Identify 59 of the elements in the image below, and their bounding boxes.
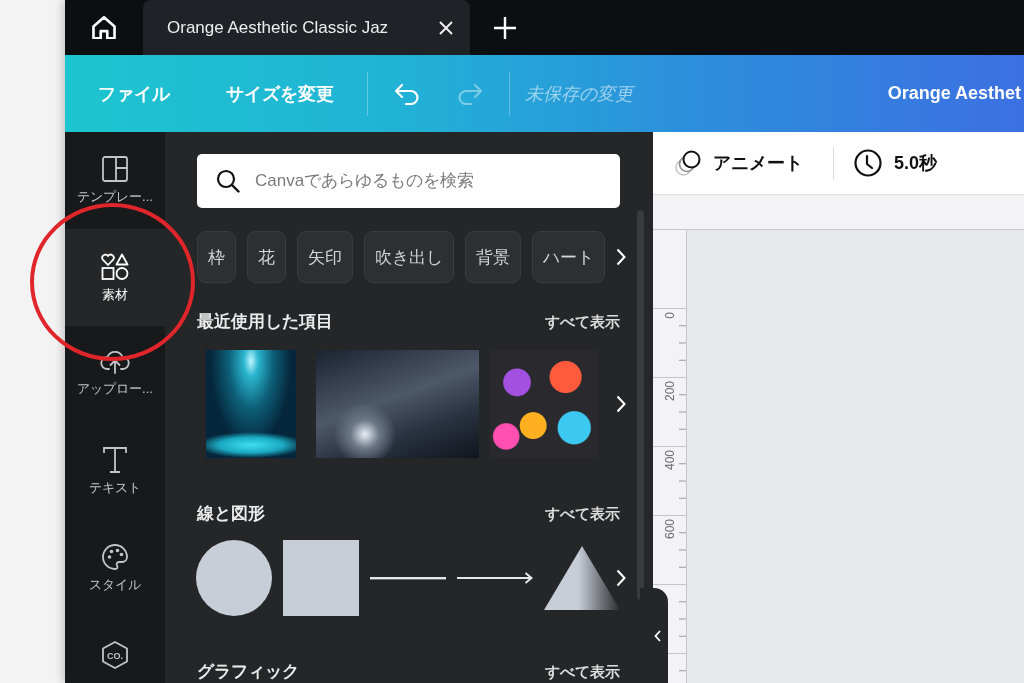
line-shape[interactable] [370,576,446,580]
category-chip[interactable]: 矢印 [297,231,353,283]
search-field[interactable]: Canvaであらゆるものを検索 [197,154,620,208]
chevron-right-icon [616,248,626,266]
category-chip[interactable]: 背景 [465,231,521,283]
section-title: 最近使用した項目 [197,312,333,332]
clock-icon [854,149,882,177]
sidebar-item[interactable]: 素材 [65,229,165,326]
undo-icon [394,82,420,105]
photo-placeholder[interactable] [316,350,479,458]
close-icon [439,20,453,35]
document-tab[interactable]: Orange Aesthetic Classic Jaz [143,0,470,55]
hexagon-logo-icon: CO. [102,641,128,669]
sidebar-item[interactable]: CO. [65,617,165,683]
cloud-upload-icon [100,350,130,374]
search-icon [216,169,240,193]
redo-icon [457,82,483,105]
category-chip[interactable]: 花 [247,231,286,283]
collapse-panel-button[interactable] [640,588,668,683]
section-title: 線と図形 [197,504,265,524]
category-chip[interactable]: 枠 [197,231,236,283]
chevron-right-icon [616,395,626,413]
palette-icon [102,544,128,570]
category-chip[interactable]: ハート [532,231,605,283]
close-tab-button[interactable] [439,20,453,35]
text-icon [103,447,127,473]
ruler-label: 600 [663,519,677,540]
arrow-shape[interactable] [457,572,533,584]
see-all-link[interactable]: すべて表示 [545,662,620,682]
see-all-link[interactable]: すべて表示 [545,312,620,332]
ruler-label: 200 [663,381,677,402]
plus-icon [494,16,516,39]
home-icon [92,16,116,39]
sidebar-item[interactable]: テキスト [65,423,165,520]
category-chip[interactable]: 吹き出し [364,231,454,283]
sidebar-item[interactable]: アップロー... [65,326,165,423]
undo-button[interactable] [394,82,420,105]
sidebar-item[interactable]: スタイル [65,520,165,617]
chevron-right-icon [616,569,626,587]
chevron-left-icon [654,629,661,642]
sidebar-item[interactable]: テンプレー... [65,132,165,229]
scroll-right-button[interactable] [616,248,626,266]
illustration-placeholder[interactable] [490,350,598,458]
animate-icon [675,150,701,176]
animate-button[interactable]: アニメート [675,150,803,176]
photo-placeholder[interactable] [206,350,296,458]
layout-icon [102,156,128,182]
design-title[interactable]: Orange Aesthet [887,83,1024,104]
scroll-right-button[interactable] [616,395,626,413]
shapes-icon [101,253,129,280]
scroll-right-button[interactable] [616,569,626,587]
save-status: 未保存の変更 [525,82,633,106]
triangle-shape[interactable] [544,546,620,610]
see-all-link[interactable]: すべて表示 [545,504,620,524]
section-title: グラフィック [197,662,299,682]
ruler-label: 0 [663,312,677,319]
duration-button[interactable]: 5.0秒 [854,149,938,177]
circle-shape[interactable] [196,540,272,616]
ruler-label: 400 [663,450,677,471]
